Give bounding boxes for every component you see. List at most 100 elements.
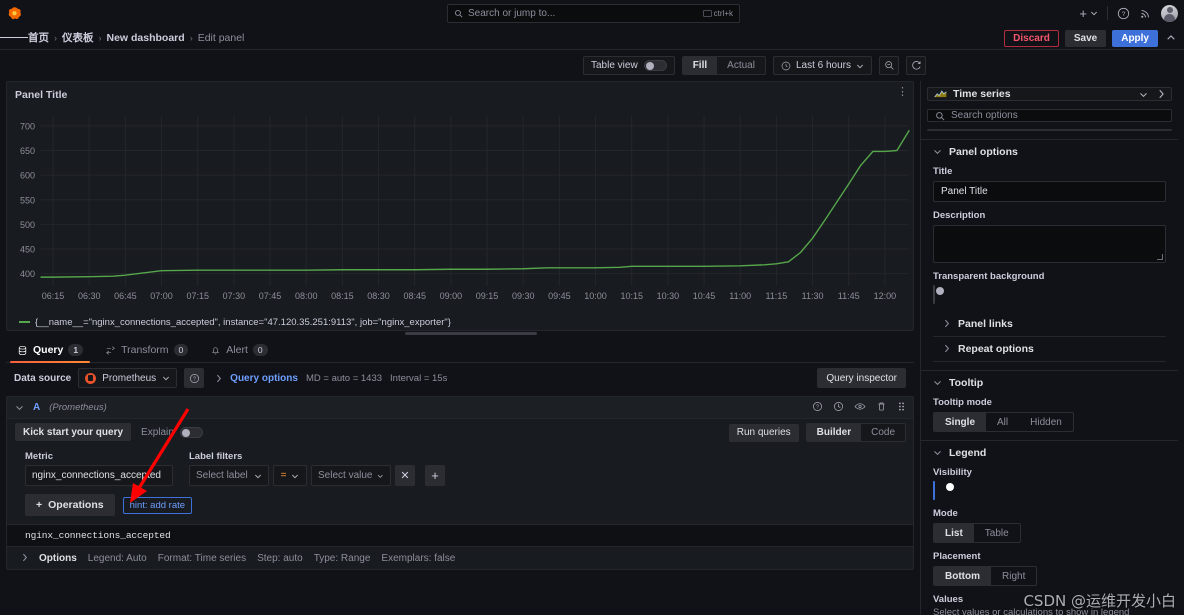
tooltip-mode-all[interactable]: All	[986, 413, 1019, 431]
tooltip-mode-single[interactable]: Single	[934, 413, 987, 431]
legend-mode-list[interactable]: List	[934, 524, 974, 542]
query-inspector-button[interactable]: Query inspector	[817, 368, 906, 388]
panel-description-textarea[interactable]	[933, 225, 1166, 263]
metric-select[interactable]: nginx_connections_accepted	[25, 465, 173, 486]
section-legend: Legend Visibility Mode List Table Placem…	[921, 440, 1178, 615]
tooltip-mode-label: Tooltip mode	[933, 397, 992, 408]
datasource-name: Prometheus	[102, 372, 157, 384]
all-overrides-tabs: All Overrides	[927, 129, 1172, 131]
legend-mode-field: Mode List Table	[933, 508, 1166, 543]
chevron-down-icon[interactable]	[1139, 90, 1148, 99]
run-queries-button[interactable]: Run queries	[728, 423, 799, 442]
chevron-down-icon	[255, 474, 261, 478]
add-rate-hint-button[interactable]: hint: add rate	[122, 496, 193, 514]
legend-placement-bottom[interactable]: Bottom	[934, 567, 991, 585]
time-range-picker[interactable]: Last 6 hours	[772, 56, 872, 75]
kick-start-query-button[interactable]: Kick start your query	[15, 423, 132, 441]
table-view-toggle[interactable]: Table view	[583, 56, 675, 75]
breadcrumb-item-new-dashboard[interactable]: New dashboard	[107, 32, 185, 44]
drag-handle-icon[interactable]	[897, 399, 906, 417]
breadcrumb-item-home[interactable]: 首页	[28, 30, 49, 45]
tooltip-header[interactable]: Tooltip	[933, 377, 1166, 389]
svg-text:10:00: 10:00	[584, 291, 607, 301]
svg-text:700: 700	[20, 121, 35, 131]
tab-query[interactable]: Query 1	[6, 344, 94, 363]
explain-switch[interactable]	[179, 426, 203, 438]
chart-area[interactable]: 400 450 500 550 600 650 700 06:15 06:30 06:45 07:0…	[7, 108, 913, 314]
grafana-logo-icon[interactable]	[0, 6, 28, 21]
remove-filter-button[interactable]: ✕	[395, 465, 415, 486]
explain-label: Explain	[141, 426, 174, 438]
options-search-input[interactable]: Search options	[927, 109, 1172, 122]
svg-text:650: 650	[20, 146, 35, 156]
svg-text:11:30: 11:30	[802, 291, 824, 301]
explain-toggle[interactable]: Explain	[141, 426, 203, 438]
datasource-picker[interactable]: Prometheus	[78, 368, 178, 388]
shortcut-text: ctrl+k	[713, 9, 733, 18]
svg-text:10:15: 10:15	[620, 291, 643, 301]
global-search-box[interactable]: Search or jump to... ctrl+k	[447, 4, 740, 23]
select-label-dropdown[interactable]: Select label	[189, 465, 269, 486]
option-legend: Legend: Auto	[87, 552, 147, 564]
visualization-picker[interactable]: Time series	[927, 87, 1172, 101]
operator-dropdown[interactable]: =	[273, 465, 307, 486]
panel-edit-toolbar: Table view Fill Actual Last 6 hours	[0, 50, 1184, 81]
legend-placement-right[interactable]: Right	[991, 567, 1036, 585]
query-options-summary-row[interactable]: Options Legend: Auto Format: Time series…	[7, 547, 913, 569]
builder-option[interactable]: Builder	[806, 424, 862, 441]
select-value-dropdown[interactable]: Select value	[311, 465, 391, 486]
option-step: Step: auto	[257, 552, 303, 564]
zoom-out-icon[interactable]	[879, 56, 899, 75]
save-button[interactable]: Save	[1064, 29, 1107, 47]
topbar-divider	[1107, 6, 1108, 20]
option-type: Type: Range	[313, 552, 371, 564]
datasource-help-icon[interactable]: ?	[184, 368, 205, 388]
chevron-up-icon[interactable]	[1164, 33, 1178, 43]
tab-transform[interactable]: Transform 0	[94, 344, 199, 362]
transform-icon	[106, 345, 116, 355]
panel-title-input[interactable]: Panel Title	[933, 181, 1166, 202]
eye-icon[interactable]	[854, 399, 866, 417]
help-circle-icon[interactable]: ?	[812, 399, 823, 417]
discard-button[interactable]: Discard	[1004, 29, 1059, 47]
add-operations-button[interactable]: + Operations	[25, 494, 115, 516]
panel-title-field-label: Title	[933, 166, 953, 177]
legend-mode-table[interactable]: Table	[974, 524, 1020, 542]
add-filter-button[interactable]: +	[425, 465, 445, 486]
help-circle-icon[interactable]: ?	[1117, 7, 1130, 20]
tab-alert[interactable]: Alert 0	[199, 344, 278, 362]
tooltip-mode-hidden[interactable]: Hidden	[1019, 413, 1073, 431]
chevron-down-icon[interactable]	[15, 403, 24, 412]
panel-links-item[interactable]: Panel links	[933, 312, 1166, 337]
legend-visibility-switch[interactable]	[933, 481, 954, 500]
chart-legend[interactable]: {__name__="nginx_connections_accepted", …	[7, 314, 913, 330]
menu-toggle-button[interactable]	[0, 35, 28, 40]
table-view-switch[interactable]	[643, 60, 667, 71]
query-ref-id[interactable]: A	[33, 402, 40, 413]
chevron-down-icon	[292, 474, 299, 478]
svg-text:10:45: 10:45	[693, 291, 716, 301]
svg-text:07:00: 07:00	[150, 291, 173, 301]
chevron-right-icon[interactable]	[1157, 89, 1165, 99]
rss-icon[interactable]	[1139, 7, 1152, 20]
avatar[interactable]	[1161, 4, 1178, 22]
new-menu-button[interactable]: +	[1079, 7, 1098, 20]
actual-option[interactable]: Actual	[717, 57, 765, 74]
transparent-background-switch[interactable]	[933, 285, 944, 304]
trash-icon[interactable]	[876, 399, 887, 417]
panel-resize-scrollbar[interactable]	[405, 332, 537, 335]
query-options-toggle[interactable]: Query options MD = auto = 1433 Interval …	[215, 373, 447, 384]
apply-button[interactable]: Apply	[1112, 29, 1158, 47]
history-icon[interactable]	[833, 399, 844, 417]
repeat-options-item[interactable]: Repeat options	[933, 337, 1166, 362]
panel-options-header[interactable]: Panel options	[933, 146, 1166, 158]
svg-text:09:00: 09:00	[440, 291, 463, 301]
breadcrumb-item-dashboards[interactable]: 仪表板	[62, 30, 94, 45]
code-option[interactable]: Code	[861, 424, 905, 441]
refresh-icon[interactable]	[906, 56, 926, 75]
panel-menu-icon[interactable]: ⋮	[897, 87, 908, 98]
legend-visibility-label: Visibility	[933, 467, 972, 478]
fill-option[interactable]: Fill	[682, 57, 718, 74]
svg-text:07:30: 07:30	[223, 291, 246, 301]
legend-header[interactable]: Legend	[933, 447, 1166, 459]
